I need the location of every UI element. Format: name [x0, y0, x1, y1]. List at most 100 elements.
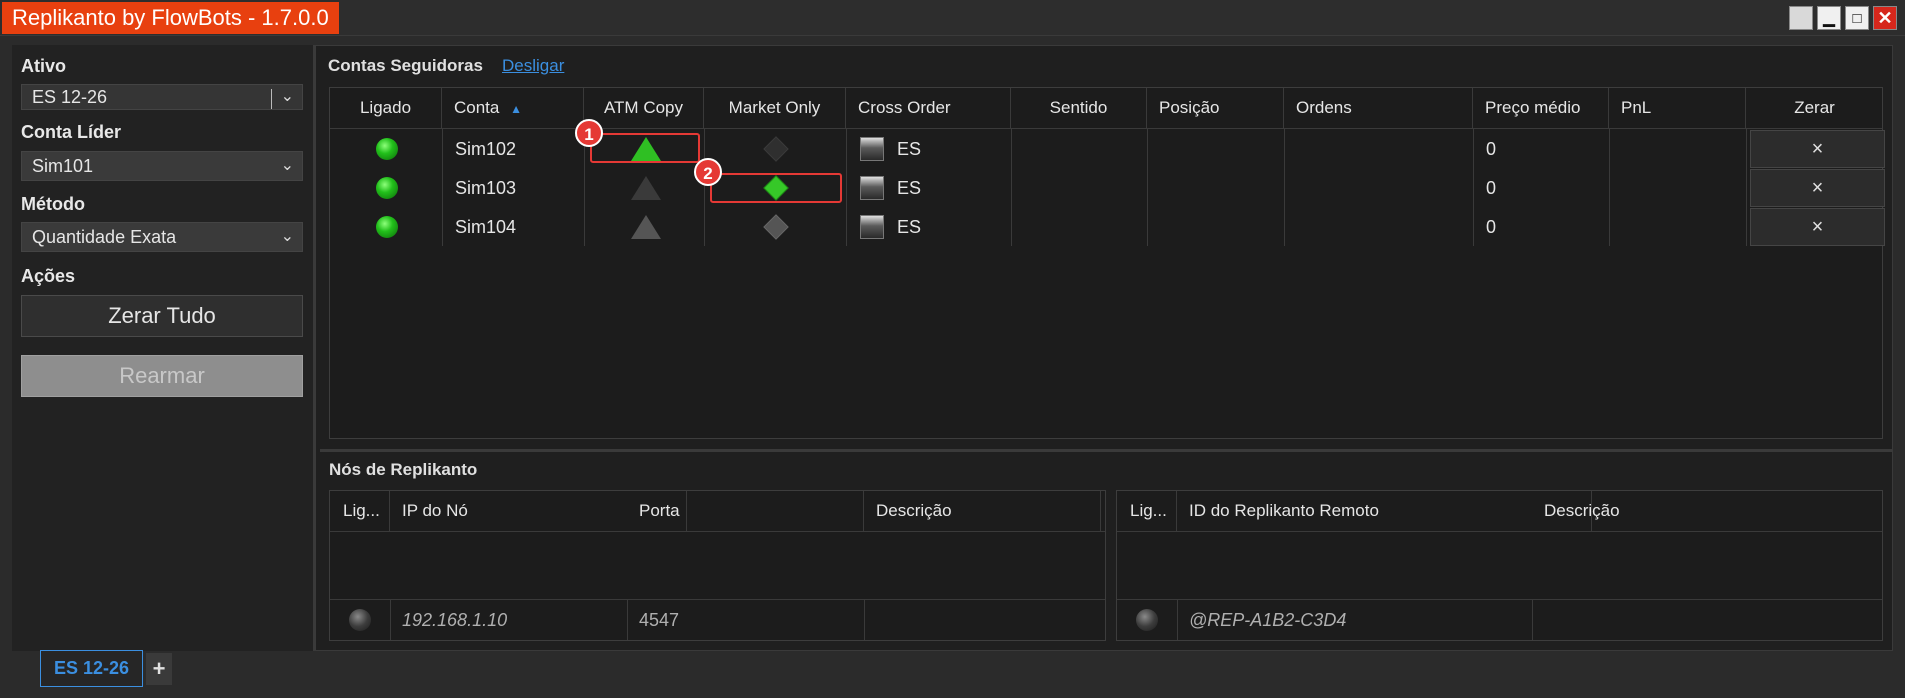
- node-ip-cell: 192.168.1.10: [402, 610, 508, 630]
- close-icon: ✕: [1877, 8, 1893, 28]
- minimize-icon: ▁: [1823, 9, 1835, 27]
- cross-order-symbol: ES: [897, 178, 922, 198]
- cross-order-toggle-icon[interactable]: [860, 176, 884, 200]
- add-tab-button[interactable]: +: [146, 653, 172, 685]
- conta-cell: Sim104: [455, 217, 517, 237]
- conta-cell: Sim103: [455, 178, 517, 198]
- metodo-value: Quantidade Exata: [32, 227, 177, 247]
- chevron-down-icon: ⌄: [280, 157, 294, 174]
- cross-order-toggle-icon[interactable]: [860, 215, 884, 239]
- preco-medio-cell: 0: [1486, 178, 1497, 198]
- zerar-row-button[interactable]: ×: [1750, 169, 1885, 207]
- atm-copy-triangle-icon[interactable]: [631, 215, 661, 239]
- maximize-button[interactable]: □: [1845, 6, 1869, 30]
- cross-order-toggle-icon[interactable]: [860, 137, 884, 161]
- node-porta-cell: 4547: [639, 610, 680, 630]
- ligado-on-indicator[interactable]: [376, 216, 398, 238]
- col-divider: [846, 128, 847, 246]
- sort-asc-icon: ▲: [510, 102, 522, 116]
- panel-splitter[interactable]: [320, 449, 1893, 452]
- restore-icon[interactable]: [1789, 6, 1813, 30]
- title-bar: Replikanto by FlowBots - 1.7.0.0 ▁ □ ✕: [0, 0, 1905, 36]
- col-header-pnl[interactable]: PnL: [1609, 88, 1746, 128]
- col-divider: [1746, 128, 1747, 246]
- acoes-label: Ações: [21, 266, 76, 286]
- header-divider: [1117, 531, 1882, 532]
- col-header-atm-copy[interactable]: ATM Copy: [584, 88, 704, 128]
- zerar-row-button[interactable]: ×: [1750, 208, 1885, 246]
- metodo-label: Método: [21, 194, 85, 214]
- ativo-value: ES 12-26: [32, 87, 108, 107]
- cross-order-symbol: ES: [897, 139, 922, 159]
- col-divider: [442, 128, 443, 246]
- col-header-sentido[interactable]: Sentido: [1011, 88, 1147, 128]
- col-divider: [1473, 128, 1474, 246]
- followers-table: Ligado Conta ▲ ATM Copy Market Only Cros…: [329, 87, 1883, 439]
- col-divider: [1177, 599, 1178, 640]
- cross-order-symbol: ES: [897, 217, 922, 237]
- col-header-ordens[interactable]: Ordens: [1284, 88, 1473, 128]
- col-header-conta[interactable]: Conta ▲: [442, 88, 584, 128]
- header-divider: [330, 128, 1882, 129]
- conta-lider-select[interactable]: Sim101 ⌄: [21, 151, 303, 181]
- chevron-down-icon: ⌄: [280, 88, 294, 105]
- close-button[interactable]: ✕: [1873, 6, 1897, 30]
- followers-title: Contas Seguidoras: [328, 56, 483, 75]
- col-header-cross-order[interactable]: Cross Order: [846, 88, 1011, 128]
- tab-bar: [0, 651, 1905, 698]
- remote-id-cell: @REP-A1B2-C3D4: [1189, 610, 1347, 630]
- col-divider: [627, 599, 628, 640]
- row-divider: [330, 599, 1105, 600]
- col-header-ligado[interactable]: Lig...: [1117, 491, 1177, 531]
- ligado-on-indicator[interactable]: [376, 138, 398, 160]
- col-header-descricao[interactable]: Descrição: [1532, 491, 1882, 531]
- ativo-label: Ativo: [21, 56, 66, 76]
- callout-badge-1: 1: [575, 119, 603, 147]
- remote-status-off-indicator[interactable]: [1136, 609, 1158, 631]
- zerar-row-button[interactable]: ×: [1750, 130, 1885, 168]
- rearmar-button[interactable]: Rearmar: [21, 355, 303, 397]
- node-status-off-indicator[interactable]: [349, 609, 371, 631]
- left-panel: Ativo ES 12-26 ⌄ Conta Líder Sim101 ⌄ Mé…: [12, 45, 316, 651]
- window-title: Replikanto by FlowBots - 1.7.0.0: [2, 2, 339, 34]
- header-divider: [330, 531, 1105, 532]
- col-header-ligado[interactable]: Ligado: [330, 88, 442, 128]
- preco-medio-cell: 0: [1486, 139, 1497, 159]
- col-divider: [1609, 128, 1610, 246]
- row-divider: [1117, 599, 1882, 600]
- callout-badge-2: 2: [694, 158, 722, 186]
- col-header-porta[interactable]: Porta: [627, 491, 864, 531]
- col-divider: [864, 599, 865, 640]
- col-header-descricao[interactable]: Descrição: [864, 491, 1101, 531]
- col-divider: [704, 128, 705, 246]
- col-header-preco-medio[interactable]: Preço médio: [1473, 88, 1609, 128]
- callout-box-2: [710, 173, 842, 203]
- select-separator: [271, 89, 272, 109]
- preco-medio-cell: 0: [1486, 217, 1497, 237]
- desligar-link[interactable]: Desligar: [502, 56, 564, 76]
- col-header-posicao[interactable]: Posição: [1147, 88, 1284, 128]
- zerar-tudo-button[interactable]: Zerar Tudo: [21, 295, 303, 337]
- col-header-zerar[interactable]: Zerar: [1746, 88, 1883, 128]
- col-divider: [1532, 599, 1533, 640]
- maximize-icon: □: [1852, 9, 1862, 27]
- col-divider: [1011, 128, 1012, 246]
- conta-lider-value: Sim101: [32, 156, 94, 176]
- conta-cell: Sim102: [455, 139, 517, 159]
- tab-es-12-26[interactable]: ES 12-26: [40, 650, 143, 687]
- col-header-id-remoto[interactable]: ID do Replikanto Remoto: [1177, 491, 1592, 531]
- col-header-market-only[interactable]: Market Only: [704, 88, 846, 128]
- atm-copy-triangle-icon[interactable]: [631, 176, 661, 200]
- minimize-button[interactable]: ▁: [1817, 6, 1841, 30]
- chevron-down-icon: ⌄: [280, 228, 294, 245]
- col-header-ligado[interactable]: Lig...: [330, 491, 390, 531]
- conta-lider-label: Conta Líder: [21, 122, 122, 142]
- callout-box-1: [590, 133, 700, 163]
- nodes-title: Nós de Replikanto: [329, 460, 478, 479]
- col-divider: [1284, 128, 1285, 246]
- col-header-conta-label: Conta: [454, 98, 500, 117]
- metodo-select[interactable]: Quantidade Exata ⌄: [21, 222, 303, 252]
- col-divider: [1147, 128, 1148, 246]
- ligado-on-indicator[interactable]: [376, 177, 398, 199]
- ativo-select[interactable]: ES 12-26 ⌄: [21, 84, 303, 110]
